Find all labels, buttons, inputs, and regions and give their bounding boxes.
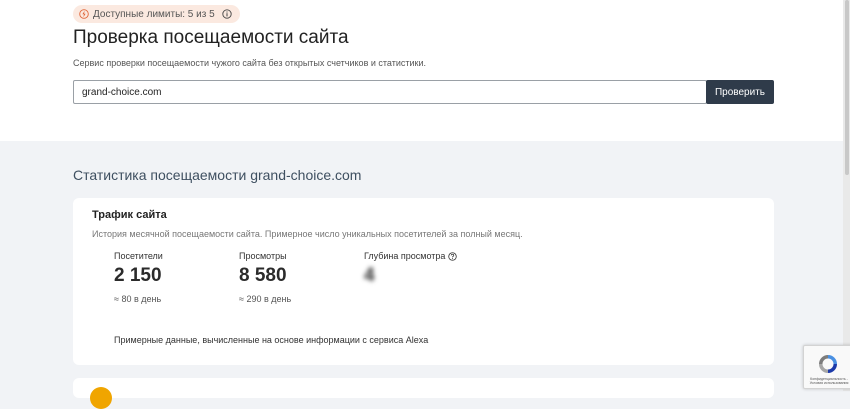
limits-badge: Доступные лимиты: 5 из 5 bbox=[73, 5, 240, 23]
recaptcha-text[interactable]: Конфиденциальность - Условия использован… bbox=[806, 377, 850, 385]
metric-label: Посетители bbox=[114, 251, 163, 261]
url-input[interactable] bbox=[73, 80, 707, 104]
metric-value-hidden: 4 bbox=[364, 265, 375, 286]
card-footnote: Примерные данные, вычисленные на основе … bbox=[114, 335, 429, 345]
header-section: Доступные лимиты: 5 из 5 Проверка посеща… bbox=[0, 0, 850, 141]
recaptcha-badge[interactable]: Конфиденциальность - Условия использован… bbox=[803, 345, 850, 389]
question-icon[interactable] bbox=[448, 251, 458, 261]
page-subtitle: Сервис проверки посещаемости чужого сайт… bbox=[73, 58, 426, 68]
metric-value: 8 580 bbox=[239, 265, 287, 286]
card-description: История месячной посещаемости сайта. При… bbox=[92, 229, 523, 239]
limits-text: Доступные лимиты: 5 из 5 bbox=[93, 8, 215, 20]
next-card bbox=[73, 378, 774, 409]
metric-label: Просмотры bbox=[239, 251, 287, 261]
page-title: Проверка посещаемости сайта bbox=[73, 27, 349, 48]
metric-visitors: Посетители 2 150 ≈ 80 в день bbox=[114, 251, 163, 304]
traffic-card: Трафик сайта История месячной посещаемос… bbox=[73, 198, 774, 365]
scrollbar-thumb[interactable] bbox=[845, 0, 849, 175]
metric-value: 2 150 bbox=[114, 265, 162, 286]
card-title: Трафик сайта bbox=[92, 209, 167, 221]
recaptcha-icon bbox=[819, 355, 837, 373]
lightning-icon bbox=[79, 9, 89, 19]
metric-label: Глубина просмотра bbox=[364, 251, 458, 261]
metric-per-day: ≈ 290 в день bbox=[239, 294, 292, 304]
metric-per-day: ≈ 80 в день bbox=[114, 294, 162, 304]
metric-pageviews: Просмотры 8 580 ≈ 290 в день bbox=[239, 251, 291, 304]
card-icon bbox=[90, 387, 112, 409]
metric-depth: Глубина просмотра 4 bbox=[364, 251, 458, 287]
info-icon[interactable] bbox=[222, 9, 232, 19]
metric-label-text: Глубина просмотра bbox=[364, 251, 446, 261]
check-button[interactable]: Проверить bbox=[706, 80, 774, 104]
stats-heading: Статистика посещаемости grand-choice.com bbox=[73, 167, 362, 183]
